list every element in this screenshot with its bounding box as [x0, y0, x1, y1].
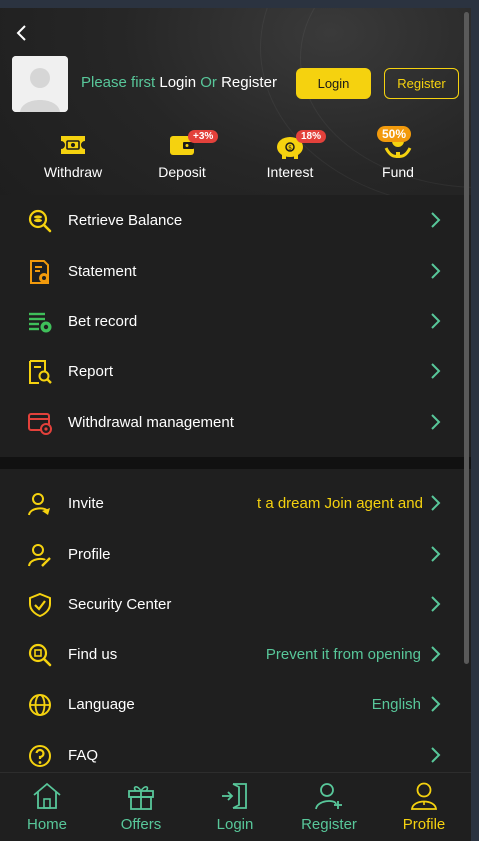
menu-item-label: Bet record: [68, 313, 138, 330]
tab-home[interactable]: Home: [0, 781, 94, 839]
tab-label: Login: [216, 816, 254, 833]
menu-item-find-us[interactable]: Find us Prevent it from opening: [0, 629, 471, 679]
menu-item-withdrawal-management[interactable]: Withdrawal management: [0, 397, 471, 447]
menu-item-label: Retrieve Balance: [68, 212, 183, 229]
tab-label: Register: [301, 816, 357, 833]
prompt-or: Or: [196, 74, 222, 91]
menu-item-bet-record[interactable]: Bet record: [0, 296, 471, 346]
menu-item-profile[interactable]: Profile: [0, 529, 471, 579]
deposit-badge: +3%: [188, 130, 219, 143]
profile-icon: [411, 782, 437, 810]
menu-item-label: FAQ: [68, 747, 99, 764]
prompt-prefix: Please first: [81, 74, 160, 91]
login-prompt: Please first Login Or Register: [81, 74, 277, 91]
chevron-right-icon: [431, 414, 441, 430]
tab-offers[interactable]: Offers: [94, 781, 188, 839]
shield-check-icon: [29, 592, 51, 618]
quick-withdraw[interactable]: Withdraw: [23, 130, 123, 190]
globe-icon: [29, 694, 51, 716]
menu-item-label: Find us: [68, 646, 118, 663]
tab-register[interactable]: Register: [282, 781, 376, 839]
back-arrow-icon[interactable]: [12, 22, 32, 44]
tab-profile[interactable]: Profile: [377, 781, 471, 839]
menu-item-report[interactable]: Report: [0, 346, 471, 396]
register-button[interactable]: Register: [384, 68, 459, 99]
prompt-login-link[interactable]: Login: [159, 74, 196, 91]
chevron-right-icon: [431, 363, 441, 379]
tab-label: Offers: [120, 816, 162, 833]
invite-user-icon: [28, 493, 50, 516]
status-strip: [0, 0, 479, 8]
bottom-tab-bar: Home Offers Login Register Profile: [0, 772, 471, 841]
menu-item-label: Security Center: [68, 596, 172, 613]
tab-label: Profile: [402, 816, 446, 833]
question-icon: [29, 745, 51, 767]
statement-icon: [30, 260, 49, 284]
svg-text:$: $: [288, 145, 292, 152]
chevron-right-icon: [431, 313, 441, 329]
scrollbar-thumb[interactable]: [464, 12, 469, 664]
language-value: English: [371, 696, 421, 713]
chevron-right-icon: [431, 747, 441, 763]
report-search-icon: [29, 360, 52, 384]
chevron-right-icon: [431, 495, 441, 511]
menu-item-label: Withdrawal management: [68, 414, 234, 431]
scrollbar-track: [471, 8, 479, 841]
menu-item-label: Statement: [68, 263, 137, 280]
default-avatar-icon: [12, 56, 68, 112]
add-user-icon: [315, 783, 342, 810]
quick-deposit-label: Deposit: [158, 164, 206, 180]
interest-badge: 18%: [296, 130, 327, 143]
menu-item-label: Report: [68, 363, 114, 380]
find-us-icon: [28, 643, 52, 667]
chevron-right-icon: [431, 546, 441, 562]
bet-record-icon: [29, 312, 52, 333]
menu-item-security-center[interactable]: Security Center: [0, 579, 471, 629]
settings-menu: Invite t a dream Join agent and Profile …: [0, 469, 471, 772]
menu-item-retrieve-balance[interactable]: Retrieve Balance: [0, 195, 471, 245]
tab-login[interactable]: Login: [188, 781, 282, 839]
fund-badge: 50%: [377, 126, 412, 142]
chevron-right-icon: [431, 263, 441, 279]
menu-item-label: Invite: [68, 495, 104, 512]
gift-icon: [128, 786, 154, 810]
menu-item-label: Profile: [68, 546, 111, 563]
home-icon: [33, 782, 61, 809]
login-button[interactable]: Login: [296, 68, 371, 99]
menu-item-label: Language: [68, 696, 135, 713]
login-icon: [222, 783, 247, 809]
chevron-right-icon: [431, 646, 441, 662]
coin-search-icon: [28, 209, 52, 233]
ticket-icon: [61, 136, 85, 154]
menu-item-statement[interactable]: Statement: [0, 246, 471, 296]
quick-interest[interactable]: $ 18% Interest: [240, 130, 340, 190]
chevron-right-icon: [431, 696, 441, 712]
avatar[interactable]: [12, 56, 68, 112]
menu-item-invite[interactable]: Invite t a dream Join agent and: [0, 478, 471, 528]
section-divider: [0, 457, 471, 469]
account-menu: Retrieve Balance Statement Bet record Re…: [0, 195, 471, 457]
prompt-register-link[interactable]: Register: [221, 74, 277, 91]
card-settings-icon: [28, 413, 52, 435]
find-us-value: Prevent it from opening: [265, 646, 421, 663]
chevron-right-icon: [431, 212, 441, 228]
menu-item-language[interactable]: Language English: [0, 679, 471, 729]
quick-deposit[interactable]: +3% Deposit: [132, 130, 232, 190]
invite-marquee-text: t a dream Join agent and: [257, 495, 423, 512]
chevron-right-icon: [431, 596, 441, 612]
user-edit-icon: [28, 544, 51, 567]
tab-label: Home: [26, 816, 67, 833]
quick-fund[interactable]: 50% Fund: [348, 126, 448, 190]
quick-interest-label: Interest: [266, 164, 314, 180]
quick-withdraw-label: Withdraw: [43, 164, 103, 180]
quick-fund-label: Fund: [382, 164, 414, 180]
